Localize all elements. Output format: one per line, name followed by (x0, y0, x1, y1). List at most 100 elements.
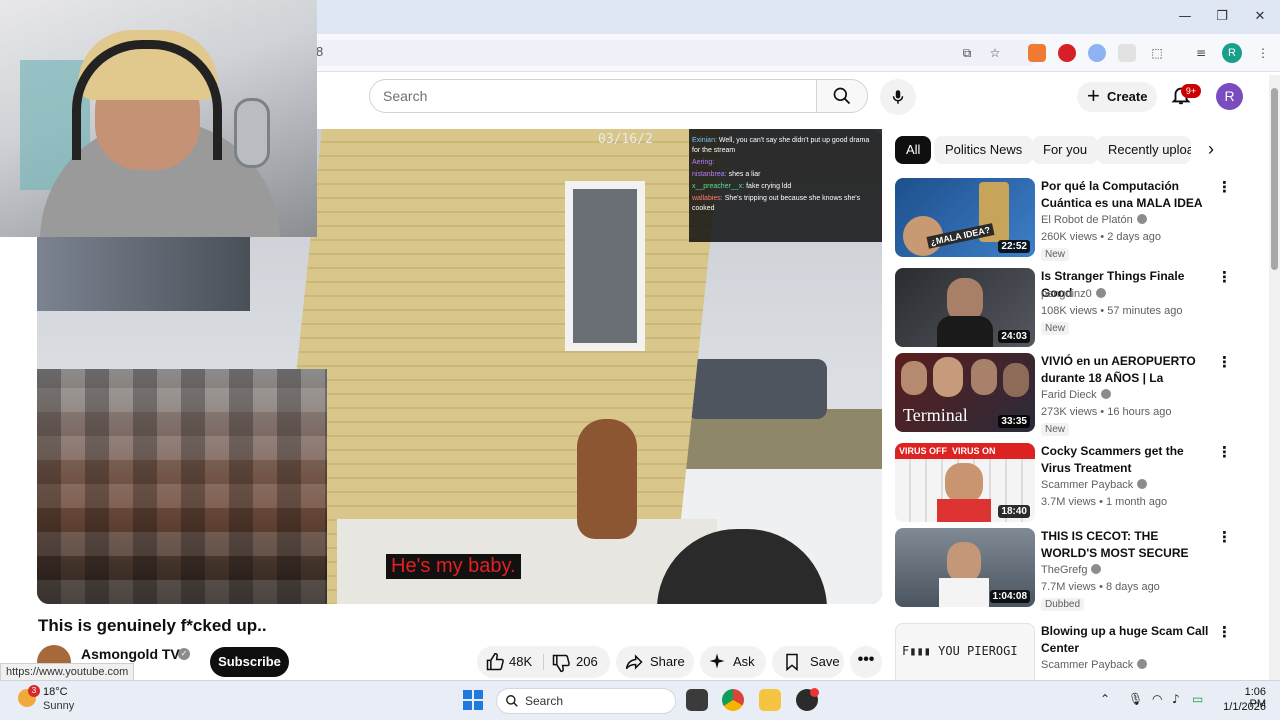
recommendation-item[interactable]: F▮▮▮ YOU PIEROGI Blowing up a huge Scam … (895, 623, 1240, 680)
channel-name-text: Farid Dieck (1041, 389, 1097, 401)
search-input[interactable]: Search (369, 79, 817, 113)
wifi-icon[interactable]: ◠ (1152, 692, 1162, 706)
create-label: Create (1107, 89, 1148, 104)
taskbar-search[interactable]: Search (496, 688, 676, 714)
recommendation-item[interactable]: VIRUS OFF VIRUS ON 18:40 Cocky Scammers … (895, 443, 1240, 527)
video-scene-truck (687, 359, 827, 419)
file-explorer-icon[interactable] (759, 689, 781, 711)
video-thumbnail[interactable]: F▮▮▮ YOU PIEROGI (895, 623, 1035, 680)
recommendation-meta: 108K views • 57 minutes ago (1041, 305, 1183, 317)
recommendation-title[interactable]: Blowing up a huge Scam Call Center (1041, 623, 1216, 657)
browser-menu-icon[interactable]: ⋮ (1254, 44, 1272, 62)
like-count[interactable]: 48K (509, 646, 532, 678)
recommendation-item[interactable]: ¿MALA IDEA? 22:52 Por qué la Computación… (895, 178, 1240, 262)
voice-search-button[interactable] (880, 79, 916, 115)
more-options-icon[interactable]: ⋮ (1217, 353, 1232, 371)
scrollbar-thumb[interactable] (1271, 88, 1278, 270)
recommendation-title[interactable]: VIVIÓ en un AEROPUERTO durante 18 AÑOS |… (1041, 353, 1216, 387)
chevron-up-icon[interactable]: ⌃ (1100, 692, 1110, 706)
recommendation-item[interactable]: Terminal 33:35 VIVIÓ en un AEROPUERTO du… (895, 353, 1240, 437)
webcam-overlay (0, 0, 317, 237)
recommendation-item[interactable]: 1:04:08 THIS IS CECOT: THE WORLD'S MOST … (895, 528, 1240, 612)
thumbs-up-icon[interactable] (485, 652, 505, 672)
recommendation-channel[interactable]: El Robot de Platón (1041, 214, 1147, 226)
volume-icon[interactable]: ♪ (1172, 692, 1180, 706)
video-duration: 1:04:08 (989, 590, 1030, 603)
channel-name[interactable]: Asmongold TV (81, 646, 180, 662)
chip-for-you[interactable]: For you (1032, 136, 1099, 164)
search-button[interactable] (816, 79, 868, 113)
verified-icon (1137, 659, 1148, 669)
recommendation-channel[interactable]: Scammer Payback (1041, 659, 1148, 671)
install-app-icon[interactable]: ⧉ (958, 44, 976, 62)
windows-start-icon[interactable] (463, 690, 483, 710)
weather-temperature[interactable]: 18°C (43, 686, 68, 698)
share-button[interactable]: Share (616, 646, 694, 678)
verified-icon (1091, 564, 1102, 574)
maximize-button[interactable]: ❐ (1207, 6, 1237, 28)
recommendation-channel[interactable]: penguinz0 (1041, 288, 1106, 300)
video-title: This is genuinely f*cked up.. (38, 616, 267, 635)
thumbnail-shirt (939, 578, 989, 607)
recommendation-title[interactable]: Por qué la Computación Cuántica es una M… (1041, 178, 1216, 212)
video-thumbnail[interactable]: 1:04:08 (895, 528, 1035, 607)
chevron-right-icon[interactable]: › (1197, 136, 1225, 164)
more-options-icon[interactable]: ⋮ (1217, 178, 1232, 196)
recommendation-meta: 273K views • 16 hours ago (1041, 406, 1172, 418)
create-button[interactable]: + Create (1077, 82, 1157, 112)
account-avatar[interactable]: R (1216, 83, 1243, 110)
extension-icon-3[interactable] (1088, 44, 1106, 62)
recommendation-channel[interactable]: Farid Dieck (1041, 389, 1111, 401)
media-controls-icon[interactable]: ≡ (1192, 44, 1210, 62)
extension-icon-2[interactable] (1058, 44, 1076, 62)
studio-microphone (234, 98, 270, 168)
channel-name-text: El Robot de Platón (1041, 214, 1133, 226)
recommendation-channel[interactable]: TheGrefg (1041, 564, 1102, 576)
more-actions-button[interactable]: ••• (850, 646, 882, 678)
verified-icon (1100, 389, 1111, 399)
subscribe-button[interactable]: Subscribe (210, 647, 289, 677)
video-thumbnail[interactable]: ¿MALA IDEA? 22:52 (895, 178, 1035, 257)
chrome-icon[interactable] (722, 689, 744, 711)
recommendation-title[interactable]: THIS IS CECOT: THE WORLD'S MOST SECURE P… (1041, 528, 1216, 562)
ask-button[interactable]: Ask (700, 646, 766, 678)
chip-all[interactable]: All (895, 136, 932, 164)
chat-message: Exinian: Well, you can't say she didn't … (692, 136, 878, 156)
video-duration: 24:03 (998, 330, 1030, 343)
video-thumbnail[interactable]: VIRUS OFF VIRUS ON 18:40 (895, 443, 1035, 522)
more-options-icon[interactable]: ⋮ (1217, 268, 1232, 286)
browser-profile-avatar[interactable]: R (1222, 43, 1242, 63)
minimize-button[interactable]: — (1170, 6, 1200, 28)
recommendation-title[interactable]: Cocky Scammers get the Virus Treatment (1041, 443, 1216, 477)
microphone-icon[interactable]: 🎙 (1128, 692, 1143, 706)
chip-recently-uploaded[interactable]: Recently uploa (1097, 136, 1191, 164)
video-thumbnail[interactable]: Terminal 33:35 (895, 353, 1035, 432)
dislike-count[interactable]: 206 (576, 646, 598, 678)
weather-description[interactable]: Sunny (43, 700, 74, 712)
address-bar[interactable] (300, 40, 1040, 66)
more-options-icon[interactable]: ⋮ (1217, 528, 1232, 546)
weather-alert-badge: 3 (28, 685, 40, 697)
chat-user: nistanbrea: (692, 171, 727, 178)
chip-politics-news[interactable]: Politics News (934, 136, 1034, 164)
recommendation-item[interactable]: 24:03 Is Stranger Things Finale Good pen… (895, 268, 1240, 352)
chat-text: shes a liar (728, 171, 761, 178)
extension-icon-1[interactable] (1028, 44, 1046, 62)
bookmark-star-icon[interactable]: ☆ (986, 44, 1004, 62)
taskbar-search-label: Search (525, 694, 564, 708)
verified-icon: ✓ (178, 648, 190, 660)
more-options-icon[interactable]: ⋮ (1217, 623, 1232, 641)
extensions-puzzle-icon[interactable]: ⬚ (1148, 44, 1166, 62)
close-button[interactable]: ✕ (1245, 6, 1275, 28)
battery-icon[interactable]: ▭ (1192, 692, 1203, 706)
more-options-icon[interactable]: ⋮ (1217, 443, 1232, 461)
save-button[interactable]: Save (772, 646, 844, 678)
video-scene-dog (577, 419, 637, 539)
recommendation-channel[interactable]: Scammer Payback (1041, 479, 1148, 491)
task-view-icon[interactable] (686, 689, 708, 711)
video-thumbnail[interactable]: 24:03 (895, 268, 1035, 347)
extension-icon-4[interactable] (1118, 44, 1136, 62)
clock-date[interactable]: 1/1/2026 (1219, 701, 1266, 713)
save-label: Save (810, 654, 840, 669)
thumbs-down-icon[interactable] (551, 653, 571, 673)
